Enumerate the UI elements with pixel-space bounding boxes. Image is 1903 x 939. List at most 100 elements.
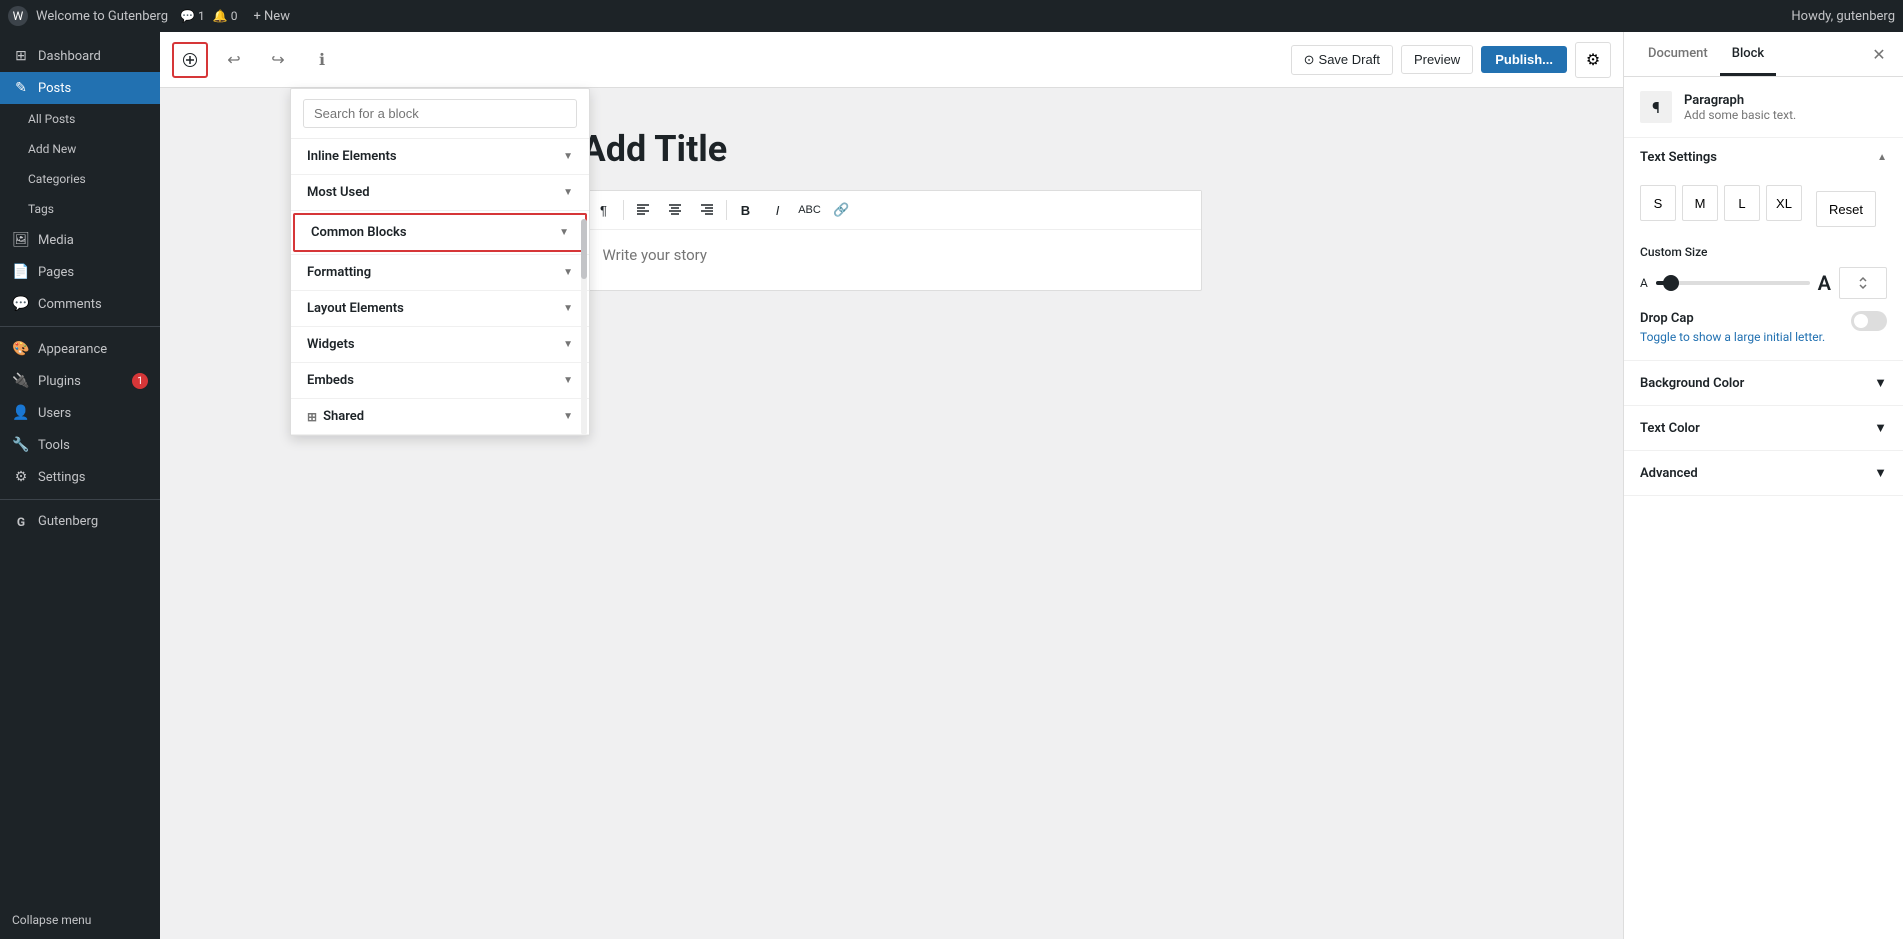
tab-document[interactable]: Document [1636,32,1720,76]
block-inserter-search-container [291,89,589,139]
text-color-label: Text Color [1640,421,1700,436]
toolbar-align-left-button[interactable] [628,195,658,225]
chevron-down-icon-bg: ▼ [1874,375,1887,391]
drop-cap-toggle[interactable] [1851,311,1887,331]
size-btn-m[interactable]: M [1682,185,1718,221]
toolbar-italic-button[interactable]: I [763,195,793,225]
save-icon: ⊙ [1304,52,1315,68]
text-color-header[interactable]: Text Color ▼ [1624,406,1903,450]
sidebar-item-plugins[interactable]: 🔌 Plugins 1 [0,365,160,397]
toolbar-strikethrough-button[interactable]: ABC [795,195,825,225]
block-category-formatting-label: Formatting [307,265,371,280]
chevron-down-icon-7: ▼ [563,375,573,386]
block-category-most-used-label: Most Used [307,185,370,200]
sidebar-item-add-new[interactable]: Add New [0,134,160,164]
collapse-menu-button[interactable]: Collapse menu [0,901,160,939]
drop-cap-info: Drop Cap Toggle to show a large initial … [1640,311,1825,344]
plus-icon [183,53,197,67]
text-settings-header[interactable]: Text Settings ▲ [1624,138,1903,177]
sidebar-item-posts[interactable]: ✎ Posts [0,72,160,104]
block-category-inline-elements-header[interactable]: Inline Elements ▼ [291,139,589,174]
block-category-layout-elements: Layout Elements ▼ [291,291,589,327]
sidebar-item-label: Dashboard [38,49,101,64]
tab-block[interactable]: Block [1720,32,1776,76]
size-btn-s[interactable]: S [1640,185,1676,221]
sidebar-item-comments[interactable]: 💬 Comments [0,288,160,320]
add-block-button[interactable] [172,42,208,78]
sidebar-item-categories[interactable]: Categories [0,164,160,194]
block-category-formatting-header[interactable]: Formatting ▼ [291,255,589,290]
block-category-shared-header[interactable]: ⊞ Shared ▼ [291,399,589,434]
undo-button[interactable]: ↩ [216,42,252,78]
block-category-shared-label: Shared [323,409,364,424]
sidebar-item-pages[interactable]: 📄 Pages [0,256,160,288]
sidebar-item-media[interactable]: 🖼 Media [0,224,160,256]
text-color-section: Text Color ▼ [1624,406,1903,451]
tags-label: Tags [28,202,54,216]
block-category-most-used-header[interactable]: Most Used ▼ [291,175,589,210]
site-name: Welcome to Gutenberg [36,9,168,24]
publish-button[interactable]: Publish... [1481,46,1567,73]
panel-close-button[interactable]: ✕ [1867,42,1891,66]
font-size-slider[interactable] [1656,281,1810,285]
block-search-input[interactable] [303,99,577,128]
sidebar-item-users[interactable]: 👤 Users [0,397,160,429]
sidebar-item-dashboard[interactable]: ⊞ Dashboard [0,40,160,72]
toolbar-bold-button[interactable]: B [731,195,761,225]
toolbar-align-right-button[interactable] [692,195,722,225]
size-reset-button[interactable]: Reset [1816,191,1876,227]
block-category-widgets-label: Widgets [307,337,355,352]
toolbar-separator-2 [726,200,727,220]
toolbar-paragraph-button[interactable]: ¶ [589,195,619,225]
save-draft-button[interactable]: ⊙ Save Draft [1291,45,1393,75]
topbar-comments-icon[interactable]: 💬 1 [180,9,205,23]
all-posts-label: All Posts [28,112,75,126]
post-title[interactable]: Add Title [582,128,1202,170]
size-btn-xl[interactable]: XL [1766,185,1802,221]
block-category-most-used: Most Used ▼ [291,175,589,211]
topbar-howdy: Howdy, gutenberg [1791,9,1895,24]
sidebar-item-label: Appearance [38,342,107,357]
media-icon: 🖼 [12,232,30,248]
toolbar-link-button[interactable]: 🔗 [827,195,857,225]
redo-button[interactable]: ↪ [260,42,296,78]
sidebar-item-all-posts[interactable]: All Posts [0,104,160,134]
scrollbar-track [581,219,587,435]
sidebar-item-settings[interactable]: ⚙ Settings [0,461,160,493]
sidebar-item-appearance[interactable]: 🎨 Appearance [0,333,160,365]
chevron-up-icon: ▲ [1877,152,1887,163]
text-settings-section: Text Settings ▲ S M L XL Reset Custom Si… [1624,138,1903,361]
advanced-header[interactable]: Advanced ▼ [1624,451,1903,495]
info-button[interactable]: ℹ [304,42,340,78]
sidebar-item-tags[interactable]: Tags [0,194,160,224]
block-category-widgets-header[interactable]: Widgets ▼ [291,327,589,362]
sidebar-separator [0,326,160,327]
info-icon: ℹ [319,50,325,70]
sidebar-item-gutenberg[interactable]: G Gutenberg [0,506,160,537]
post-paragraph[interactable]: Write your story [583,230,1201,290]
block-category-embeds-header[interactable]: Embeds ▼ [291,363,589,398]
size-btn-l[interactable]: L [1724,185,1760,221]
topbar-new-button[interactable]: + New [253,9,290,24]
editor-settings-button[interactable]: ⚙ [1575,42,1611,78]
wp-logo-icon[interactable]: W [8,6,28,26]
italic-icon: I [776,203,780,218]
top-bar: W Welcome to Gutenberg 💬 1 🔔 0 + New How… [0,0,1903,32]
sidebar-separator-2 [0,499,160,500]
preview-button[interactable]: Preview [1401,45,1473,74]
block-category-common-blocks-header[interactable]: Common Blocks ▼ [293,213,587,252]
panel-block-info: ¶ Paragraph Add some basic text. [1624,77,1903,138]
sidebar-item-tools[interactable]: 🔧 Tools [0,429,160,461]
paragraph-block-icon: ¶ [1652,98,1660,117]
dashboard-icon: ⊞ [12,48,30,64]
block-inserter-list: Inline Elements ▼ Most Used ▼ [291,139,589,435]
chevron-down-icon-4: ▼ [563,267,573,278]
block-category-layout-elements-header[interactable]: Layout Elements ▼ [291,291,589,326]
background-color-header[interactable]: Background Color ▼ [1624,361,1903,405]
scrollbar-thumb[interactable] [581,219,587,279]
font-size-input[interactable] [1839,267,1887,299]
slider-thumb [1663,275,1679,291]
topbar-notifications-icon[interactable]: 🔔 0 [213,9,238,23]
chevron-down-icon-2: ▼ [563,187,573,198]
toolbar-align-center-button[interactable] [660,195,690,225]
